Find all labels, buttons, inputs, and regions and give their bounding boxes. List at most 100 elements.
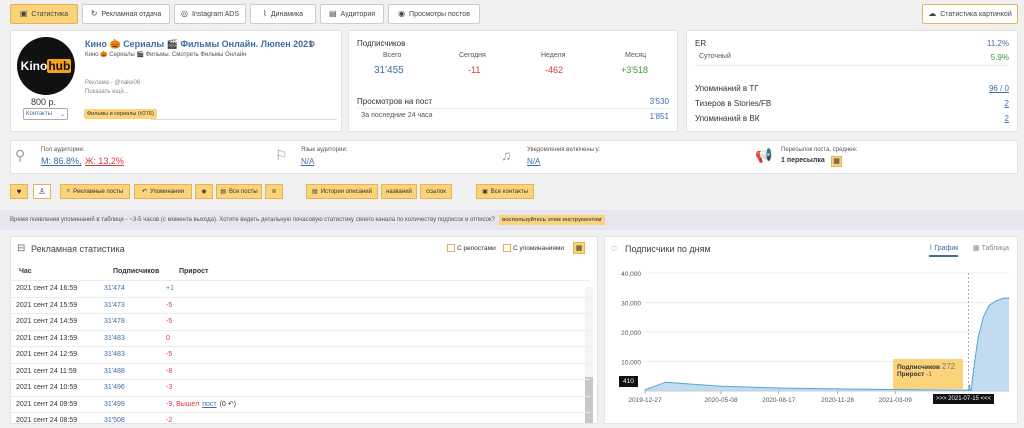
tab-ad-return[interactable]: ↻ Рекламная отдача [82,4,170,24]
data-point [969,384,971,386]
vk-mentions-value[interactable]: 2 [1005,114,1009,123]
channel-logo[interactable]: Kino hub [17,37,75,95]
data-point [1008,297,1010,299]
tg-mentions-value[interactable]: 96 / 0 [989,84,1009,93]
row-subscribers[interactable]: 31'474 [104,285,166,292]
all-contacts-button[interactable]: ▣ Все контакты [476,184,534,199]
x-tick-label: 2021-03-09 [879,397,913,404]
row-subscribers[interactable]: 31'483 [104,351,166,358]
contacts-select[interactable]: Контакты ⌄ [23,108,68,120]
table-icon: ▦ [973,245,980,252]
data-point [971,378,973,380]
favorite-button[interactable]: ♥ [10,184,28,199]
chart-line-icon: ⌇ [262,9,267,18]
language-value[interactable]: N/A [301,157,314,166]
start-badge: 410 [619,376,638,387]
teasers-value[interactable]: 2 [1005,99,1009,108]
er-daily-value: 5.9% [990,53,1009,62]
subs-week-label: Неделя [541,52,566,59]
row-subscribers[interactable]: 31'508 [104,417,166,424]
tab-instagram-ads[interactable]: ◎ Instagram ADS [174,4,246,24]
table-row: 2021 сент 24 11:59 31'488 -8 [10,362,590,379]
ad-stats-title: Рекламная статистика [31,244,125,254]
channel-card: Kino hub 800 р. Контакты ⌄ Кино 🎃 Сериалы … [10,30,342,132]
notifications-label: Уведомления включены у: [527,147,601,153]
gender-female[interactable]: Ж: 13.2% [85,156,124,166]
stack-button[interactable]: ≋ [265,184,283,199]
data-point [995,300,997,302]
gender-male[interactable]: М: 86.8%, [41,156,82,166]
er-daily-label: Суточный [699,53,731,60]
row-growth: -5 [166,318,173,325]
category-badge[interactable]: Фильмы и сериалы (#276) [84,109,157,119]
tab-statistics[interactable]: ▣ Статистика [10,4,78,24]
row-subscribers[interactable]: 31'496 [104,384,166,391]
heart-icon: ♥ [16,187,22,196]
notice-tool-button[interactable]: воспользуйтесь этим инструментом [498,215,605,225]
profile-button[interactable]: ♙ [33,184,51,199]
show-more-link[interactable]: Показать ещё... [85,89,129,95]
names-button[interactable]: названий [381,184,417,199]
data-point [720,385,722,387]
y-tick-label: 30,000 [621,301,641,308]
list-icon: ▤ [220,189,226,195]
row-subscribers[interactable]: 31'488 [104,368,166,375]
tab-dynamics[interactable]: ⌇ Динамика [250,4,316,24]
channel-subtitle: Кино 🎃 Сериалы 🎬 Фильмы. Смотреть Фильмы… [85,52,247,58]
table-row: 2021 сент 24 09:59 31'499 -9, Вышел пост (0 … [10,395,590,412]
row-subscribers[interactable]: 31'499 [104,401,166,408]
table-row: 2021 сент 24 16:59 31'474 +1 [10,280,590,296]
channel-price: 800 р. [31,97,57,107]
data-point [644,389,646,391]
views-eye-button[interactable]: ◉ [195,184,213,199]
table-row: 2021 сент 24 14:59 31'478 -5 [10,313,590,329]
contacts-icon: ▣ [482,189,488,195]
reposts-checkbox[interactable]: С репостами [447,244,496,252]
all-posts-button[interactable]: ▤ Все посты [216,184,262,199]
chevron-down-icon: ⌄ [59,111,65,118]
x-tick-label: 2020-11-28 [821,397,854,404]
views-per-post-label: Просмотров на пост [357,97,432,106]
tab-post-views[interactable]: ◉ Просмотры постов [388,4,480,24]
table-row: 2021 сент 24 15:59 31'473 -5 [10,296,590,313]
er-value: 11.2% [986,39,1009,48]
megaphone-icon: 📢 [755,147,773,163]
channel-copy-icon[interactable]: ⧉ [309,39,315,49]
data-point [1003,297,1005,299]
channel-title[interactable]: Кино 🎃 Сериалы 🎬 Фильмы Онлайн. Люпен 20… [85,39,313,50]
ad-stats-header-subs: Подписчиков [113,268,160,275]
row-subscribers[interactable]: 31'483 [104,335,166,342]
data-point [665,381,667,383]
refresh-icon: ↻ [90,9,98,18]
notifications-value[interactable]: N/A [527,157,540,166]
subs-today-value: -11 [468,65,481,75]
data-point [778,387,780,389]
table-toggle-icon[interactable]: ▦ [573,242,585,254]
post-link[interactable]: пост [202,401,216,408]
er-label: ER [695,39,707,48]
ad-posts-button[interactable]: ⌕ Рекламные посты [60,184,130,199]
links-button[interactable]: ссылок [420,184,452,199]
views-divider [357,108,671,109]
subs-total-label: Всего [383,52,402,59]
mentions-checkbox[interactable]: С упоминаниями [503,244,564,252]
table-row: 2021 сент 24 08:59 31'508 -2 [10,412,590,428]
forwards-chart-icon[interactable]: ▦ [831,156,842,167]
tab-audience[interactable]: ▤ Аудитория [320,4,384,24]
ad-stats-icon: ⊟ [17,243,26,254]
post-forwards: (0 ↶) [219,401,236,408]
row-time: 2021 сент 24 09:59 [16,400,78,408]
mentions-button[interactable]: ↶ Упоминания [134,184,192,199]
subs-today-label: Сегодня [459,52,486,59]
tab-chart[interactable]: ⌇ График [929,244,959,257]
channel-ad-contact[interactable]: Реклама - @nake06 [85,80,140,86]
row-subscribers[interactable]: 31'478 [104,318,166,325]
row-growth: 0 [166,334,170,342]
stat-picture-button[interactable]: ☁ Статистика картинкой [922,4,1018,24]
user-icon: ♙ [38,187,46,196]
row-growth: -2 [166,417,173,424]
tab-table[interactable]: ▦ Таблица [973,244,1009,252]
history-button[interactable]: ▤ История описаний [306,184,378,199]
search-icon: ⌕ [66,188,71,194]
row-subscribers[interactable]: 31'473 [104,302,166,309]
